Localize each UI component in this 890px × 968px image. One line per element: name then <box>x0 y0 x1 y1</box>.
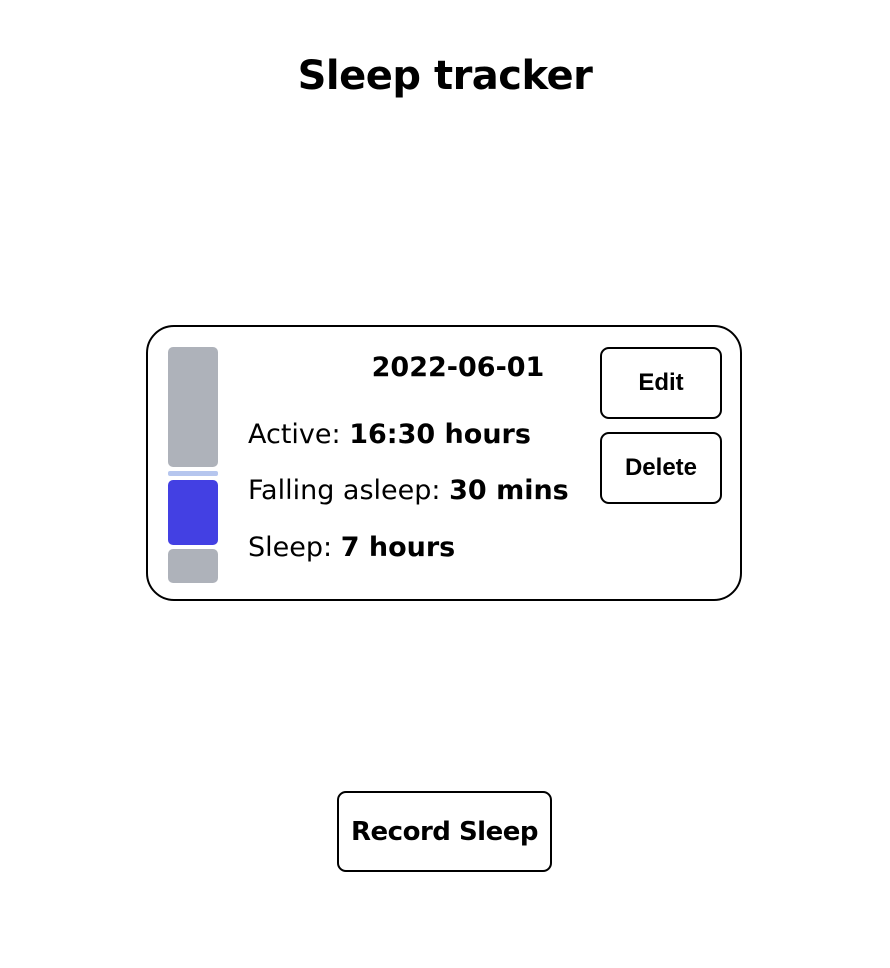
entry-date: 2022-06-01 <box>371 352 545 383</box>
timeline-segment-active <box>168 347 218 467</box>
stat-falling-asleep-value: 30 mins <box>449 475 569 506</box>
page-title: Sleep tracker <box>297 53 593 99</box>
timeline-segment-sleep <box>168 480 218 545</box>
stat-active-label: Active: <box>248 419 350 450</box>
stat-sleep-value: 7 hours <box>340 532 456 563</box>
record-sleep-button[interactable]: Record Sleep <box>337 791 552 872</box>
sleep-timeline-bar <box>168 347 218 583</box>
edit-button[interactable]: Edit <box>600 347 722 419</box>
delete-button[interactable]: Delete <box>600 432 722 504</box>
stat-sleep: Sleep: 7 hours <box>248 531 455 565</box>
stat-falling-asleep: Falling asleep: 30 mins <box>248 474 569 508</box>
timeline-segment-falling-asleep <box>168 471 218 476</box>
sleep-entry-card: 2022-06-01 Active: 16:30 hours Falling a… <box>146 325 742 601</box>
timeline-segment-remaining <box>168 549 218 583</box>
stat-active-value: 16:30 hours <box>349 419 531 450</box>
stat-falling-asleep-label: Falling asleep: <box>248 475 450 506</box>
stat-sleep-label: Sleep: <box>248 532 341 563</box>
stat-active: Active: 16:30 hours <box>248 418 531 452</box>
